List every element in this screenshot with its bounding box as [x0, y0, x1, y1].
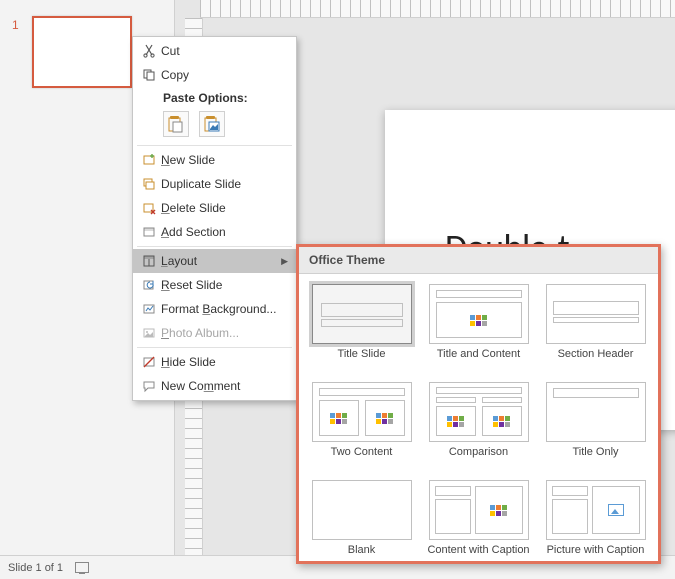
menu-cut-label: Cut: [161, 44, 288, 58]
layout-option-title-only[interactable]: Title Only: [541, 382, 650, 470]
slide-number: 1: [12, 18, 19, 32]
presenter-view-icon[interactable]: [75, 562, 89, 573]
layout-label: Section Header: [558, 348, 634, 372]
layout-flyout-header: Office Theme: [299, 247, 658, 274]
menu-reset-slide[interactable]: Reset Slide: [133, 273, 296, 297]
menu-layout[interactable]: Layout ▶: [133, 249, 296, 273]
menu-delete-slide[interactable]: Delete Slide: [133, 196, 296, 220]
menu-new-slide[interactable]: New Slide: [133, 148, 296, 172]
layout-option-two-content[interactable]: Two Content: [307, 382, 416, 470]
submenu-arrow-icon: ▶: [281, 256, 288, 267]
menu-cut[interactable]: Cut: [133, 39, 296, 63]
menu-format-background-label: Format Background...: [161, 302, 288, 316]
layout-label: Title and Content: [437, 348, 520, 372]
layout-label: Blank: [348, 544, 376, 568]
layout-label: Picture with Caption: [547, 544, 645, 568]
reset-slide-icon: [137, 278, 161, 292]
menu-copy[interactable]: Copy: [133, 63, 296, 87]
menu-add-section[interactable]: Add Section: [133, 220, 296, 244]
status-slide-count: Slide 1 of 1: [8, 562, 63, 574]
layout-option-content-with-caption[interactable]: Content with Caption: [424, 480, 533, 568]
new-comment-icon: [137, 379, 161, 393]
layout-option-blank[interactable]: Blank: [307, 480, 416, 568]
menu-copy-label: Copy: [161, 68, 288, 82]
add-section-icon: [137, 225, 161, 239]
cut-icon: [137, 44, 161, 58]
layout-option-title-and-content[interactable]: Title and Content: [424, 284, 533, 372]
ruler-horizontal: [200, 0, 675, 18]
copy-icon: [137, 68, 161, 82]
slide-thumbnail[interactable]: [32, 16, 132, 88]
duplicate-slide-icon: [137, 177, 161, 191]
paste-picture[interactable]: [199, 111, 225, 137]
paste-use-destination-theme[interactable]: [163, 111, 189, 137]
layout-label: Title Slide: [338, 348, 386, 372]
layout-option-title-slide[interactable]: Title Slide: [307, 284, 416, 372]
menu-photo-album: Photo Album...: [133, 321, 296, 345]
layout-icon: [137, 254, 161, 268]
menu-new-comment[interactable]: New Comment: [133, 374, 296, 398]
layout-label: Two Content: [331, 446, 393, 470]
menu-duplicate-slide[interactable]: Duplicate Slide: [133, 172, 296, 196]
context-menu: Cut Copy Paste Options: New Slide Duplic…: [132, 36, 297, 401]
layout-option-section-header[interactable]: Section Header: [541, 284, 650, 372]
paste-options-heading: Paste Options:: [133, 87, 296, 107]
menu-delete-slide-label: Delete Slide: [161, 201, 288, 215]
menu-duplicate-slide-label: Duplicate Slide: [161, 177, 288, 191]
layout-label: Title Only: [572, 446, 618, 470]
layout-label: Content with Caption: [427, 544, 529, 568]
format-background-icon: [137, 302, 161, 316]
new-slide-icon: [137, 153, 161, 167]
hide-slide-icon: [137, 355, 161, 369]
menu-hide-slide[interactable]: Hide Slide: [133, 350, 296, 374]
menu-new-slide-label: New Slide: [161, 153, 288, 167]
delete-slide-icon: [137, 201, 161, 215]
layout-label: Comparison: [449, 446, 508, 470]
menu-new-comment-label: New Comment: [161, 379, 288, 393]
layout-flyout: Office Theme Title Slide Title and Conte…: [296, 244, 661, 564]
menu-photo-album-label: Photo Album...: [161, 326, 288, 340]
menu-reset-slide-label: Reset Slide: [161, 278, 288, 292]
layout-option-comparison[interactable]: Comparison: [424, 382, 533, 470]
menu-layout-label: Layout: [161, 254, 281, 268]
menu-add-section-label: Add Section: [161, 225, 288, 239]
menu-format-background[interactable]: Format Background...: [133, 297, 296, 321]
menu-hide-slide-label: Hide Slide: [161, 355, 288, 369]
layout-option-picture-with-caption[interactable]: Picture with Caption: [541, 480, 650, 568]
photo-album-icon: [137, 326, 161, 340]
